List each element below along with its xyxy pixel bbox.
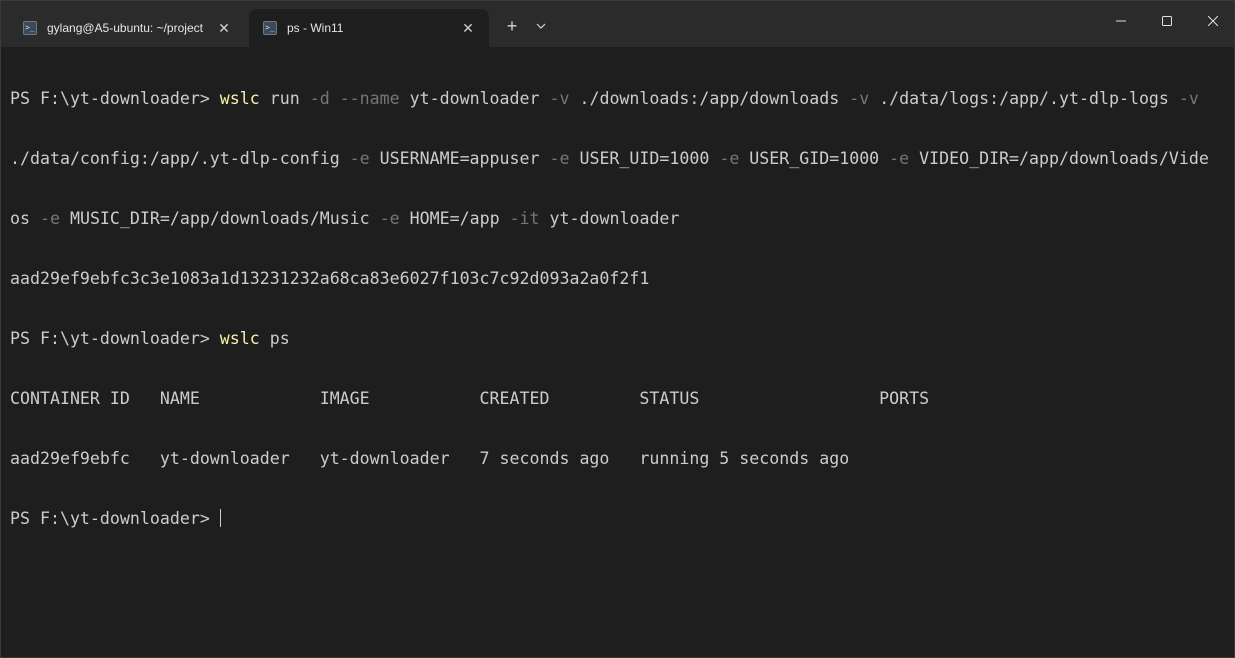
param: -e [379,209,400,228]
arg: run [259,89,310,108]
new-tab-button[interactable]: + [499,13,525,39]
table-header: CONTAINER ID NAME IMAGE CREATED STATUS P… [10,389,930,408]
param: -e [39,209,60,228]
terminal-window: >_ gylang@A5-ubuntu: ~/project ✕ >_ ps -… [0,0,1235,658]
close-window-button[interactable] [1190,1,1235,41]
command-line-wrap: ./data/config:/app/.yt-dlp-config -e USE… [10,149,1226,169]
terminal-output[interactable]: PS F:\yt-downloader> wslc run -d --name … [10,49,1226,657]
param: -e [549,149,570,168]
title-bar[interactable]: >_ gylang@A5-ubuntu: ~/project ✕ >_ ps -… [1,1,1234,47]
close-icon[interactable]: ✕ [213,17,235,39]
param: -e [889,149,910,168]
container-hash-output: aad29ef9ebfc3c3e1083a1d13231232a68ca83e6… [10,269,650,288]
command-name: wslc [219,329,260,348]
param: -v [849,89,870,108]
arg: USER_UID=1000 [569,149,720,168]
prompt: PS F:\yt-downloader> [10,509,220,528]
table-row: aad29ef9ebfc yt-downloader yt-downloader… [10,449,850,468]
chevron-down-icon[interactable] [529,13,553,39]
param: -d --name [309,89,400,108]
arg: HOME=/app [399,209,510,228]
arg: MUSIC_DIR=/app/downloads/Music [59,209,380,228]
tab-ubuntu[interactable]: >_ gylang@A5-ubuntu: ~/project ✕ [9,9,245,47]
arg: ./downloads:/app/downloads [569,89,850,108]
arg: yt-downloader [399,89,550,108]
command-line-wrap: os -e MUSIC_DIR=/app/downloads/Music -e … [10,209,1226,229]
arg: VIDEO_DIR=/app/downloads/Vide [909,149,1209,168]
text-cursor [219,509,221,527]
command-line: PS F:\yt-downloader> [10,509,1226,529]
arg: USER_GID=1000 [739,149,890,168]
command-line: PS F:\yt-downloader> wslc ps [10,329,1226,349]
tab-ps-win11[interactable]: >_ ps - Win11 ✕ [249,9,489,47]
command-line: PS F:\yt-downloader> wslc run -d --name … [10,89,1226,109]
terminal-icon: >_ [23,21,37,35]
arg: ps [259,329,290,348]
arg: os [10,209,40,228]
close-icon[interactable]: ✕ [457,17,479,39]
param: -v [1178,89,1199,108]
tab-label: ps - Win11 [287,21,344,35]
param: -it [509,209,540,228]
arg: ./data/logs:/app/.yt-dlp-logs [869,89,1179,108]
minimize-button[interactable] [1098,1,1144,41]
arg: yt-downloader [539,209,680,228]
prompt: PS F:\yt-downloader> [10,89,220,108]
command-name: wslc [219,89,260,108]
param: -e [719,149,740,168]
tab-label: gylang@A5-ubuntu: ~/project [47,21,203,35]
maximize-button[interactable] [1144,1,1190,41]
param: -v [549,89,570,108]
arg: ./data/config:/app/.yt-dlp-config [10,149,350,168]
prompt: PS F:\yt-downloader> [10,329,220,348]
terminal-icon: >_ [263,21,277,35]
arg: USERNAME=appuser [369,149,550,168]
param: -e [349,149,370,168]
